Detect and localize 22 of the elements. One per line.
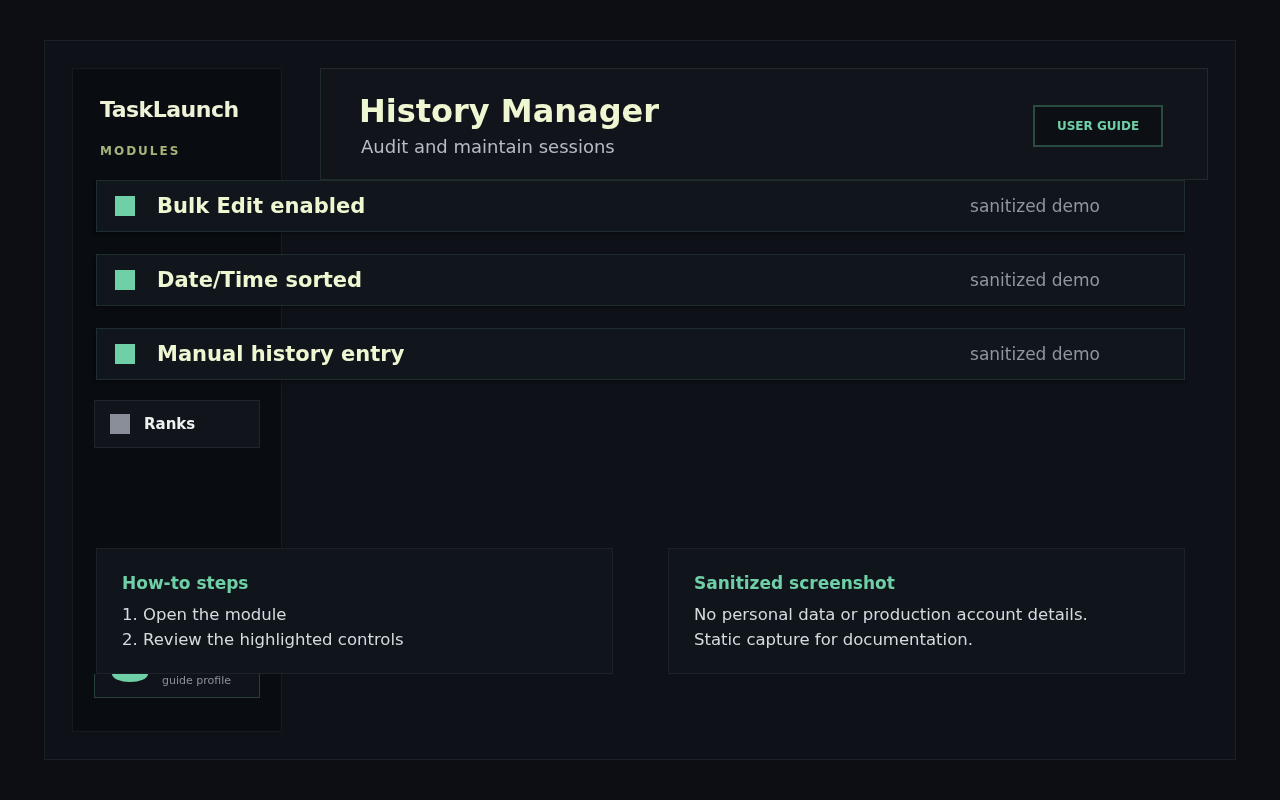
avatar-icon	[112, 674, 148, 682]
card-title: How-to steps	[122, 573, 250, 593]
user-guide-button[interactable]: USER GUIDE	[1033, 105, 1163, 147]
card-text: 1. Open the module	[122, 605, 288, 624]
page-title: History Manager	[359, 91, 660, 130]
feature-label: Manual history entry	[157, 342, 406, 366]
profile-caption: guide profile	[162, 674, 231, 687]
card-text: 2. Review the highlighted controls	[122, 630, 405, 649]
brand-title: TaskLaunch	[99, 97, 240, 122]
feature-label: Bulk Edit enabled	[157, 194, 367, 218]
card-text: No personal data or production account details.	[694, 605, 1089, 624]
sidebar-item[interactable]: Ranks	[94, 400, 260, 448]
profile-card[interactable]: guide profile	[94, 674, 260, 698]
page-subtitle: Audit and maintain sessions	[360, 135, 616, 157]
feature-note: sanitized demo	[970, 196, 1100, 216]
card-title: Sanitized screenshot	[694, 573, 896, 593]
feature-note: sanitized demo	[970, 344, 1100, 364]
feature-label: Date/Time sorted	[157, 268, 364, 292]
card-text: Static capture for documentation.	[694, 630, 974, 649]
section-label: MODULES	[99, 144, 182, 158]
sidebar-item-label: Ranks	[144, 415, 196, 433]
feature-note: sanitized demo	[970, 270, 1100, 290]
